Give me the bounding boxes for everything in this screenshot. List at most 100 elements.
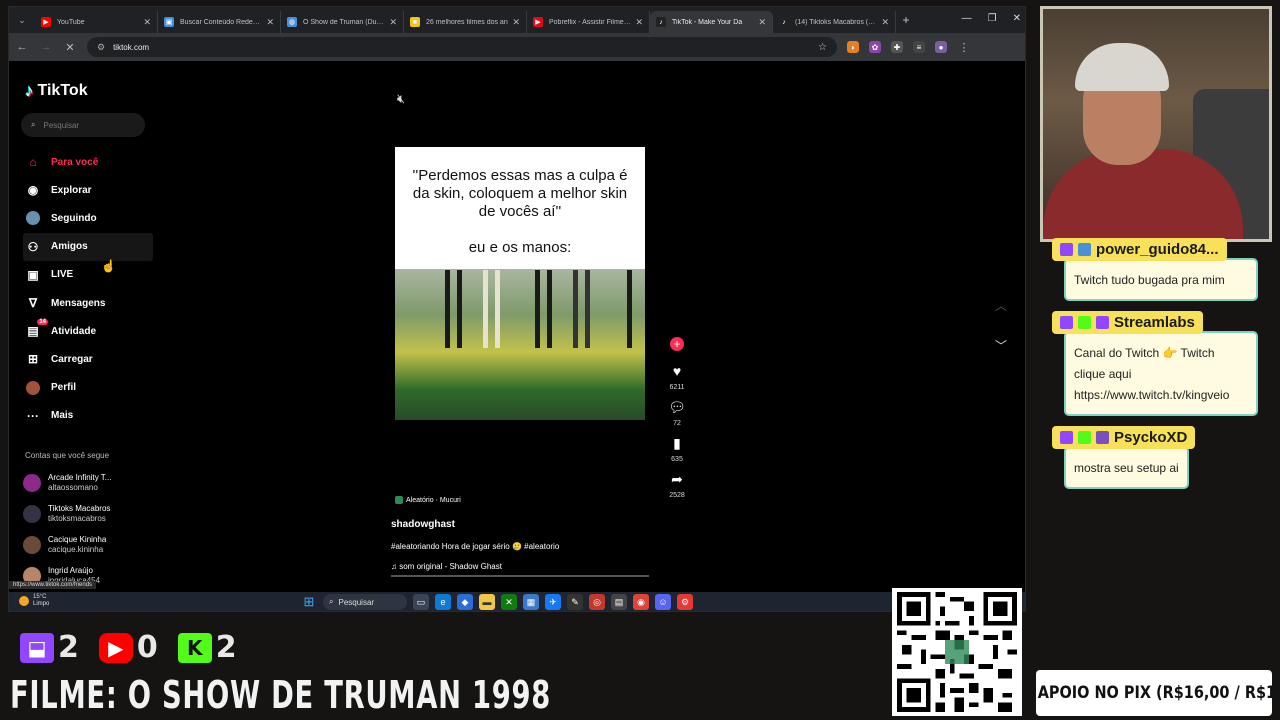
restore-icon[interactable]: ❐ [988, 13, 997, 24]
extension-icon[interactable]: ✿ [869, 41, 881, 53]
close-tab-icon[interactable]: ✕ [143, 17, 151, 28]
youtube-icon: ▶ [98, 632, 133, 663]
browser-tab[interactable]: ■ 26 melhores filmes dos an ✕ [404, 11, 527, 33]
close-window-icon[interactable]: ✕ [1013, 13, 1021, 24]
sidebar-item-perfil[interactable]: Perfil [23, 374, 153, 402]
friends-icon: ⚇ [27, 239, 39, 254]
copilot-icon[interactable]: ◆ [457, 594, 473, 610]
next-video-icon[interactable]: ﹀ [995, 337, 1007, 354]
send-icon: ∇ [28, 296, 38, 311]
browser-menu-icon[interactable]: ⋮ [957, 41, 971, 54]
chat-username-tag: Streamlabs [1052, 311, 1203, 334]
url-input[interactable]: ⚙ tiktok.com ☆ [87, 37, 837, 57]
following-item[interactable]: Arcade Infinity T... altaossomano [23, 467, 153, 498]
following-item[interactable]: Tiktoks Macabros tiktoksmacabros [23, 498, 153, 529]
browser-tab[interactable]: ♪ (14) Tiktoks Macabros (@ti ✕ [773, 11, 896, 33]
sidebar-item-atividade[interactable]: ▤ 14 Atividade [23, 317, 153, 345]
browser-tab[interactable]: ▶ YouTube ✕ [35, 11, 158, 33]
settings-app-icon[interactable]: ⚙ [677, 594, 693, 610]
back-icon[interactable]: ← [15, 41, 29, 53]
profile-icon [25, 380, 41, 396]
mute-icon[interactable]: 🔇︎ [397, 91, 405, 107]
video-author[interactable]: shadowghast [391, 519, 455, 530]
close-tab-icon[interactable]: ✕ [512, 17, 520, 28]
chrome-icon[interactable]: ◉ [633, 594, 649, 610]
sidebar-item-mais[interactable]: ··· Mais [23, 402, 153, 430]
pen-icon[interactable]: ✎ [567, 594, 583, 610]
tab-title: Pobreflix - Assistir Filmes e [549, 18, 632, 26]
inbox-icon: ▤ 14 [27, 319, 48, 339]
new-tab-button[interactable]: + [896, 13, 916, 27]
weather-widget[interactable]: 15°C Limpo [19, 594, 49, 608]
browser-tab[interactable]: ▣ Buscar Conteúdo RedeCan ✕ [158, 11, 281, 33]
close-tab-icon[interactable]: ✕ [389, 17, 397, 28]
webcam-feed [1040, 6, 1272, 242]
video-music[interactable]: ♫ som original - Shadow Ghast [391, 562, 502, 571]
task-view-icon[interactable]: ▭ [413, 594, 429, 610]
chat-username-tag: PsyckoXD [1052, 426, 1196, 449]
avatar [23, 504, 41, 523]
windows-start-icon[interactable]: ⊞ [301, 594, 317, 610]
sidebar-item-carregar[interactable]: ⊞ Carregar [23, 345, 153, 373]
chat-username: power_guido84... [1096, 241, 1219, 258]
calculator-icon[interactable]: ▤ [611, 594, 627, 610]
forward-icon[interactable]: → [39, 41, 53, 53]
video-tag[interactable]: Aleatório · Mucuri [395, 496, 461, 504]
site-info-icon[interactable]: ⚙ [97, 42, 105, 53]
sidebar-item-label: Amigos [51, 241, 88, 253]
video-player[interactable]: ''Perdemos essas mas a culpa é da skin, … [395, 147, 645, 420]
search-icon: ⌕ [329, 597, 334, 606]
browser-window: ⌄ ▶ YouTube ✕ ▣ Buscar Conteúdo RedeCan ✕ ◍ O S… [8, 6, 1026, 612]
close-tab-icon[interactable]: ✕ [635, 17, 643, 28]
stop-icon[interactable]: ✕ [63, 41, 77, 54]
tab-search-icon[interactable]: ⌄ [9, 7, 35, 33]
discord-icon[interactable]: ☺ [655, 594, 671, 610]
obs-icon[interactable]: ◎ [589, 594, 605, 610]
plus-box-icon: ⊞ [27, 352, 39, 367]
video-progress-bar[interactable] [391, 575, 649, 577]
puzzle-icon[interactable]: ✚ [891, 41, 903, 53]
rss-extension-icon[interactable]: ◗ [847, 41, 859, 53]
close-tab-icon[interactable]: ✕ [758, 17, 766, 28]
sidebar-item-seguindo[interactable]: Seguindo [23, 204, 153, 232]
youtube-counter: ▶ 0 [98, 630, 158, 665]
previous-video-icon[interactable]: ︿ [995, 297, 1007, 314]
chat-badge-icon [1060, 316, 1073, 329]
following-name: Cacique Kininha [48, 534, 107, 544]
media-icon[interactable]: ≡ [913, 41, 925, 53]
browser-tab[interactable]: ▶ Pobreflix - Assistir Filmes e ✕ [527, 11, 650, 33]
like-button[interactable]: ♥ 6211 [663, 361, 691, 391]
imdb-icon: ■ [410, 17, 420, 27]
sidebar-item-amigos[interactable]: ⚇ Amigos [23, 232, 153, 261]
tab-title: TikTok - Make Your Da [672, 18, 743, 26]
tiktok-icon: ♪ [779, 17, 789, 27]
minimize-icon[interactable]: — [962, 13, 972, 24]
share-button[interactable]: ➦ 2528 [663, 469, 691, 500]
store-icon[interactable]: ▦ [523, 594, 539, 610]
taskbar-search-label: Pesquisar [338, 597, 375, 607]
browser-tab[interactable]: ♪ TikTok - Make Your Da ✕ [650, 11, 773, 33]
comment-button[interactable]: 💬︎ 72 [663, 397, 691, 428]
close-tab-icon[interactable]: ✕ [881, 17, 889, 28]
tiktok-logo[interactable]: ♪ TikTok [25, 81, 88, 101]
following-item[interactable]: Cacique Kininha cacique.kininha [23, 529, 153, 560]
xbox-icon[interactable]: ✕ [501, 594, 517, 610]
search-input[interactable]: ⌕ Pesquisar [21, 113, 145, 137]
sidebar-item-mensagens[interactable]: ∇ Mensagens [23, 289, 153, 317]
chat-badge-icon [1096, 316, 1109, 329]
follow-plus-button[interactable]: + [670, 337, 684, 351]
sidebar-item-explorar[interactable]: ◉ Explorar [23, 176, 153, 204]
close-tab-icon[interactable]: ✕ [266, 17, 274, 28]
edge-icon[interactable]: e [435, 594, 451, 610]
save-button[interactable]: ▮ 635 [663, 433, 691, 464]
sidebar-item-live[interactable]: ▣ LIVE [23, 261, 153, 289]
browser-tab[interactable]: ◍ O Show de Truman (Dubla ✕ [281, 11, 404, 33]
profile-avatar-icon[interactable]: ● [935, 41, 947, 53]
kick-count: 2 [215, 630, 237, 665]
share-icon: ➦ [671, 470, 683, 487]
bookmark-star-icon[interactable]: ☆ [818, 42, 827, 53]
sidebar-item-para-voc-[interactable]: ⌂ Para você [23, 148, 153, 176]
taskbar-search[interactable]: ⌕ Pesquisar [323, 594, 407, 610]
app-icon[interactable]: ✈ [545, 594, 561, 610]
file-explorer-icon[interactable]: ▬ [479, 594, 495, 610]
